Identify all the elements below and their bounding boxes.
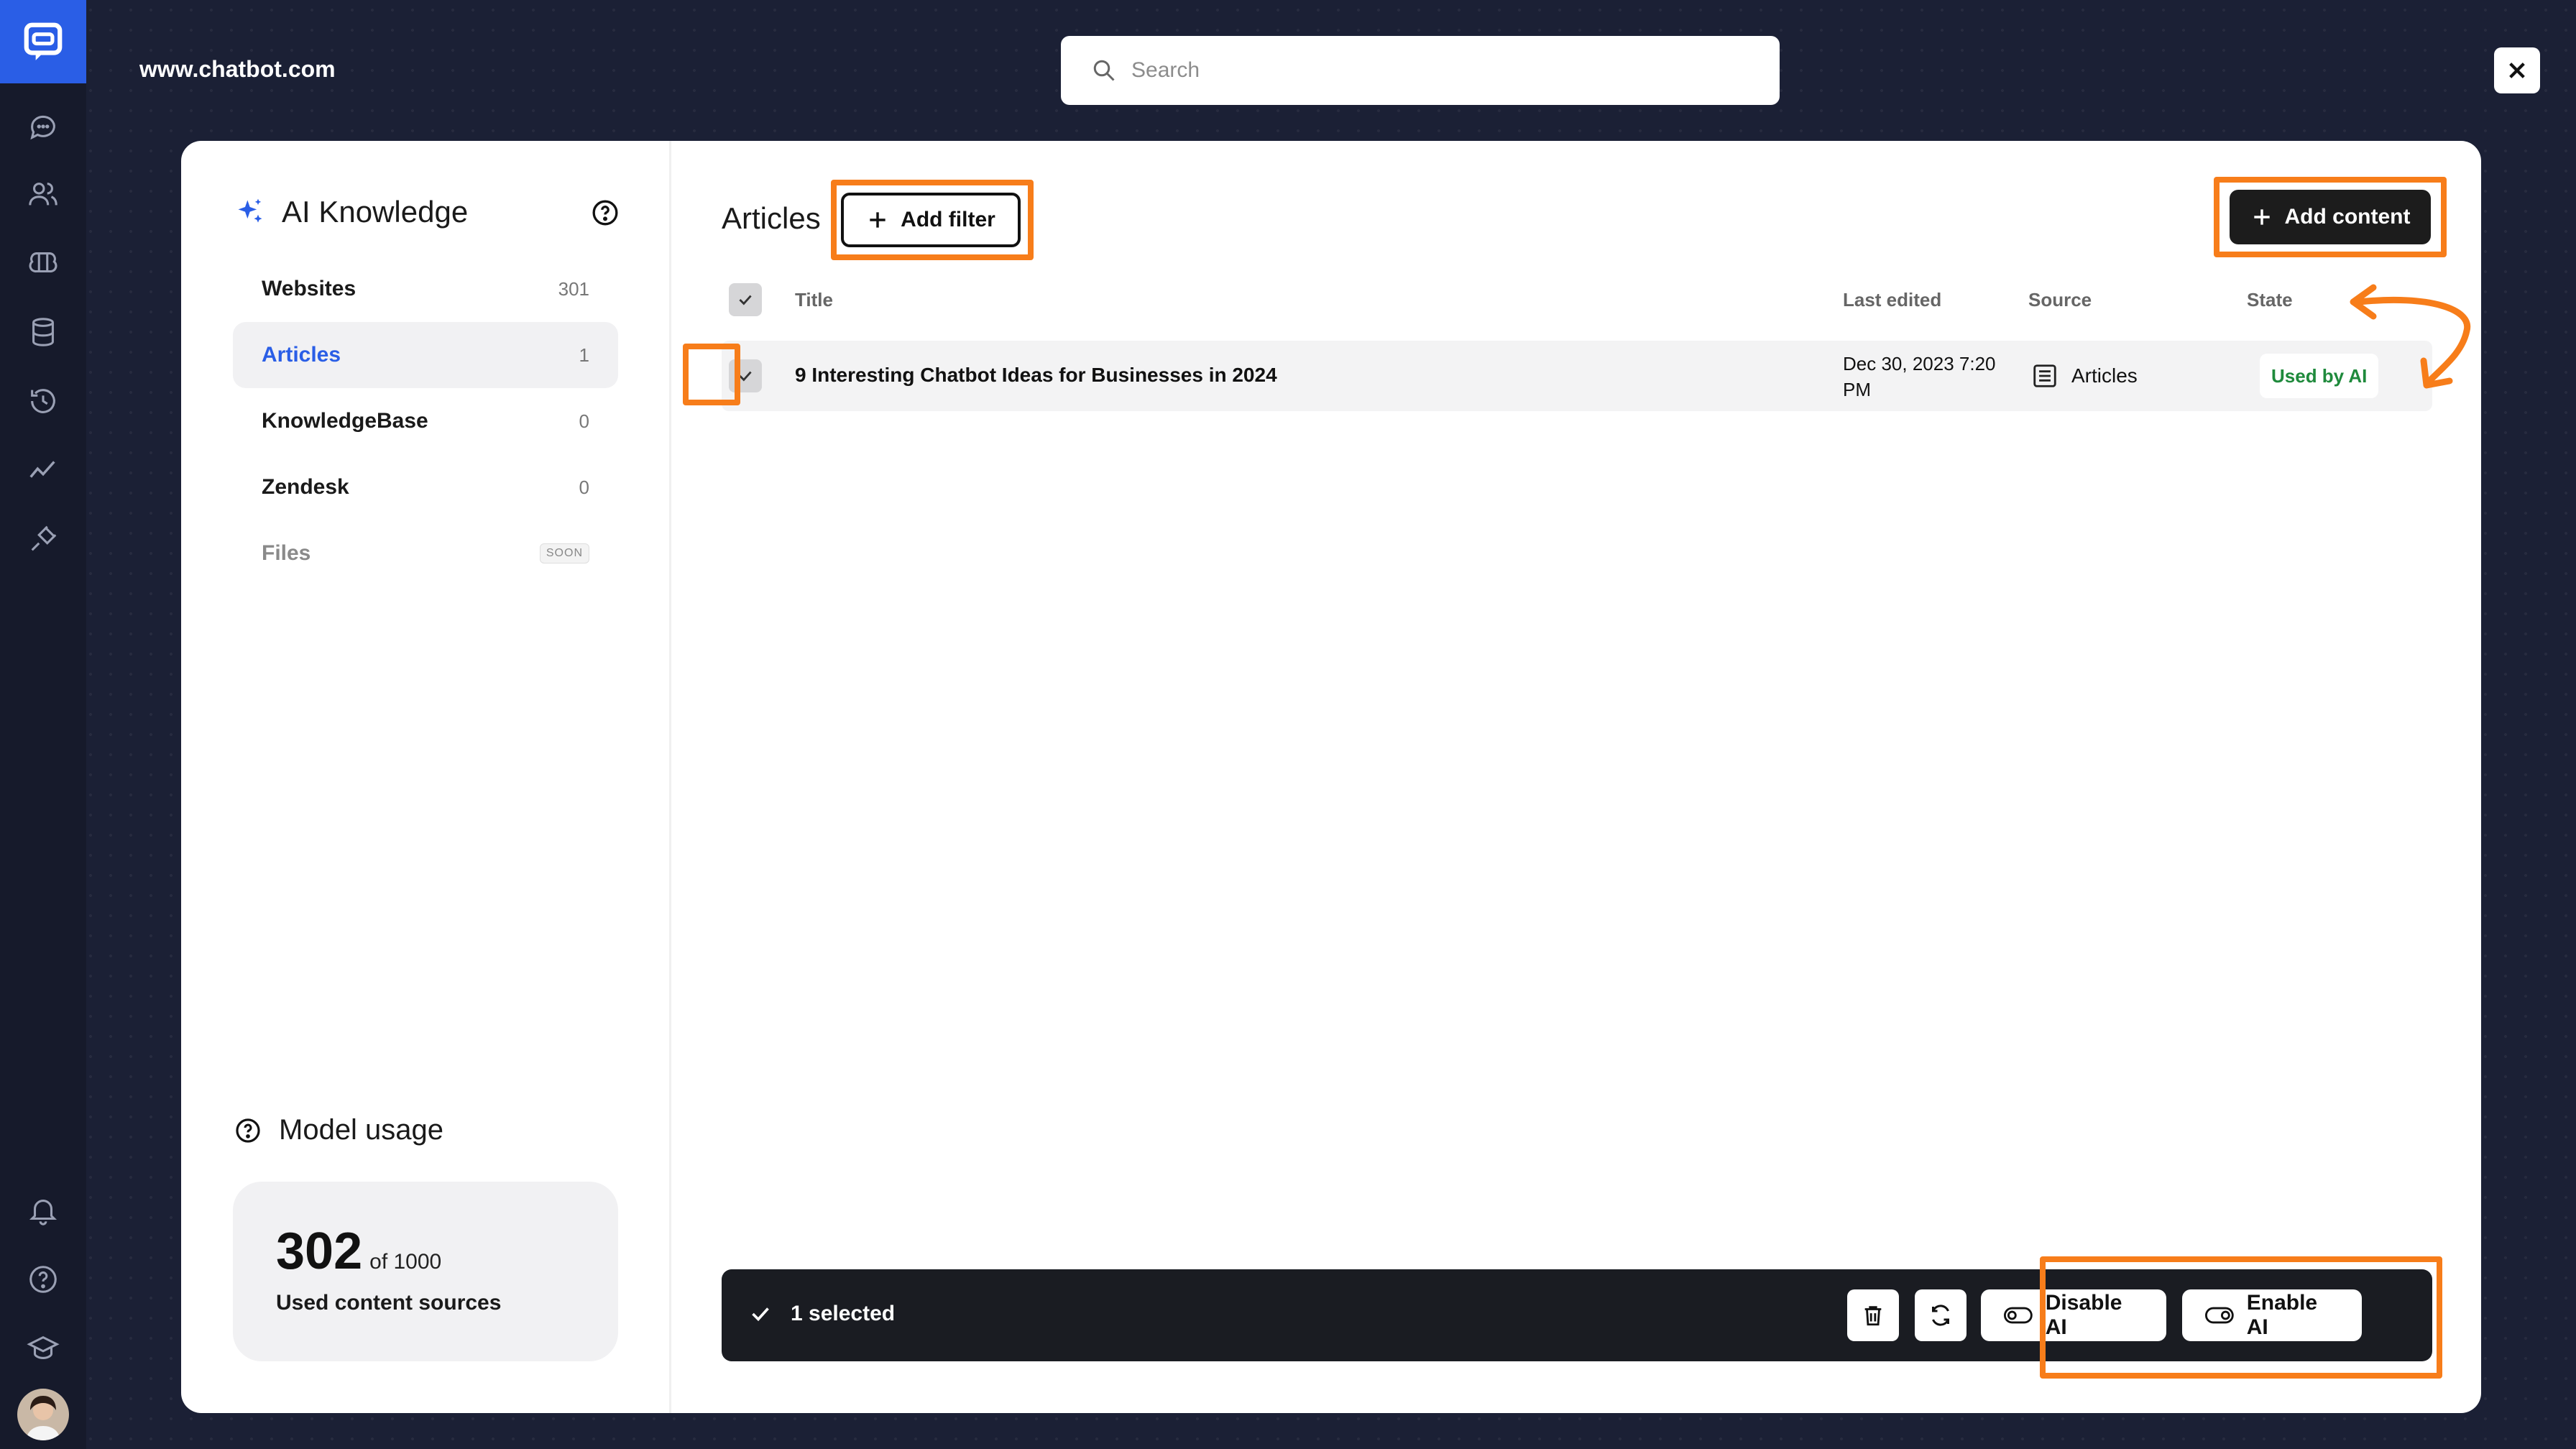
model-usage-header: Model usage bbox=[234, 1114, 443, 1146]
source-item-articles[interactable]: Articles 1 bbox=[233, 322, 618, 388]
chats-icon[interactable] bbox=[22, 105, 65, 148]
bell-icon[interactable] bbox=[22, 1189, 65, 1232]
add-filter-button[interactable]: Add filter bbox=[841, 193, 1021, 247]
source-label: KnowledgeBase bbox=[262, 409, 428, 433]
usage-total: of 1000 bbox=[369, 1250, 442, 1274]
source-item-knowledgebase[interactable]: KnowledgeBase 0 bbox=[233, 388, 618, 454]
source-count: 301 bbox=[558, 277, 589, 300]
ai-knowledge-header: AI Knowledge bbox=[234, 194, 620, 230]
column-last-edited[interactable]: Last edited bbox=[1843, 289, 1941, 311]
column-source[interactable]: Source bbox=[2028, 289, 2092, 311]
source-item-zendesk[interactable]: Zendesk 0 bbox=[233, 454, 618, 520]
ai-knowledge-title: AI Knowledge bbox=[282, 195, 469, 229]
search-input[interactable] bbox=[1131, 58, 1721, 83]
highlight-frame bbox=[683, 344, 740, 405]
knowledge-source-list: Websites 301 Articles 1 KnowledgeBase 0 … bbox=[233, 256, 618, 586]
article-title[interactable]: 9 Interesting Chatbot Ideas for Business… bbox=[795, 364, 1277, 387]
annotation-arrow-icon bbox=[2350, 284, 2471, 389]
help-icon[interactable] bbox=[234, 1117, 262, 1144]
last-edited-date: Dec 30, 2023 7:20 PM bbox=[1843, 351, 1996, 402]
refresh-icon bbox=[1932, 1305, 1949, 1326]
chatbot-logo[interactable] bbox=[0, 0, 86, 83]
table-header: Title Last edited Source State bbox=[722, 283, 2432, 316]
check-icon bbox=[752, 1307, 769, 1322]
history-icon[interactable] bbox=[22, 380, 65, 423]
source-item-websites[interactable]: Websites 301 bbox=[233, 256, 618, 322]
highlight-frame bbox=[2040, 1256, 2442, 1379]
source-item-files: Files SOON bbox=[233, 520, 618, 586]
source-cell: Articles bbox=[2031, 362, 2138, 390]
source-label: Articles bbox=[262, 343, 341, 367]
database-icon[interactable] bbox=[22, 310, 65, 354]
select-all-checkbox[interactable] bbox=[729, 283, 762, 316]
academy-icon[interactable] bbox=[22, 1327, 65, 1370]
knowledge-sidebar: AI Knowledge Websites 301 Articles 1 Kno… bbox=[181, 141, 671, 1413]
source-label: Websites bbox=[262, 277, 356, 300]
source-label: Files bbox=[262, 541, 311, 565]
document-icon bbox=[2033, 364, 2056, 387]
add-content-button[interactable]: Add content bbox=[2230, 190, 2431, 244]
delete-button[interactable] bbox=[1847, 1289, 1899, 1341]
source-count: 0 bbox=[579, 476, 589, 498]
usage-card: 302 of 1000 Used content sources bbox=[233, 1182, 618, 1361]
add-filter-label: Add filter bbox=[901, 208, 995, 231]
refresh-button[interactable] bbox=[1915, 1289, 1966, 1341]
last-edited-line: Dec 30, 2023 7:20 bbox=[1843, 353, 1996, 374]
plus-icon bbox=[870, 212, 886, 228]
check-icon bbox=[739, 295, 752, 305]
model-usage-title: Model usage bbox=[279, 1114, 444, 1146]
source-count: 1 bbox=[579, 344, 589, 366]
usage-count: 302 bbox=[276, 1223, 363, 1280]
column-state[interactable]: State bbox=[2247, 289, 2293, 311]
integrations-icon[interactable] bbox=[22, 518, 65, 561]
column-title[interactable]: Title bbox=[795, 289, 833, 311]
source-name: Articles bbox=[2071, 364, 2138, 387]
page-title: Articles bbox=[722, 201, 821, 235]
selected-text: 1 selected bbox=[791, 1302, 896, 1325]
trash-icon bbox=[1864, 1306, 1882, 1326]
source-label: Zendesk bbox=[262, 475, 349, 499]
search-icon bbox=[1093, 60, 1115, 81]
last-edited-line: PM bbox=[1843, 379, 1871, 400]
analytics-icon[interactable] bbox=[22, 448, 65, 492]
help-icon[interactable] bbox=[591, 198, 620, 227]
close-icon bbox=[2509, 63, 2525, 78]
user-avatar[interactable] bbox=[17, 1389, 69, 1440]
search-bar[interactable] bbox=[1061, 36, 1780, 105]
site-name: www.chatbot.com bbox=[139, 56, 336, 82]
add-content-label: Add content bbox=[2284, 205, 2411, 229]
soon-badge: SOON bbox=[539, 543, 589, 564]
brain-icon[interactable] bbox=[22, 242, 65, 285]
usage-caption: Used content sources bbox=[276, 1291, 502, 1315]
articles-content: Articles Add filter Add content Title La… bbox=[671, 141, 2481, 1413]
ai-knowledge-panel: AI Knowledge Websites 301 Articles 1 Kno… bbox=[181, 141, 2481, 1413]
help-icon[interactable] bbox=[22, 1258, 65, 1301]
source-count: 0 bbox=[579, 410, 589, 432]
logo-icon bbox=[24, 22, 63, 60]
app-sidebar bbox=[0, 0, 86, 1449]
sparkle-icon bbox=[238, 198, 262, 223]
plus-icon bbox=[2253, 209, 2270, 225]
close-button[interactable] bbox=[2494, 47, 2540, 93]
selection-count: 1 selected bbox=[748, 1301, 895, 1327]
table-row[interactable]: 9 Interesting Chatbot Ideas for Business… bbox=[722, 341, 2432, 411]
toggle-off-icon bbox=[2004, 1307, 2033, 1324]
users-icon[interactable] bbox=[22, 172, 65, 216]
